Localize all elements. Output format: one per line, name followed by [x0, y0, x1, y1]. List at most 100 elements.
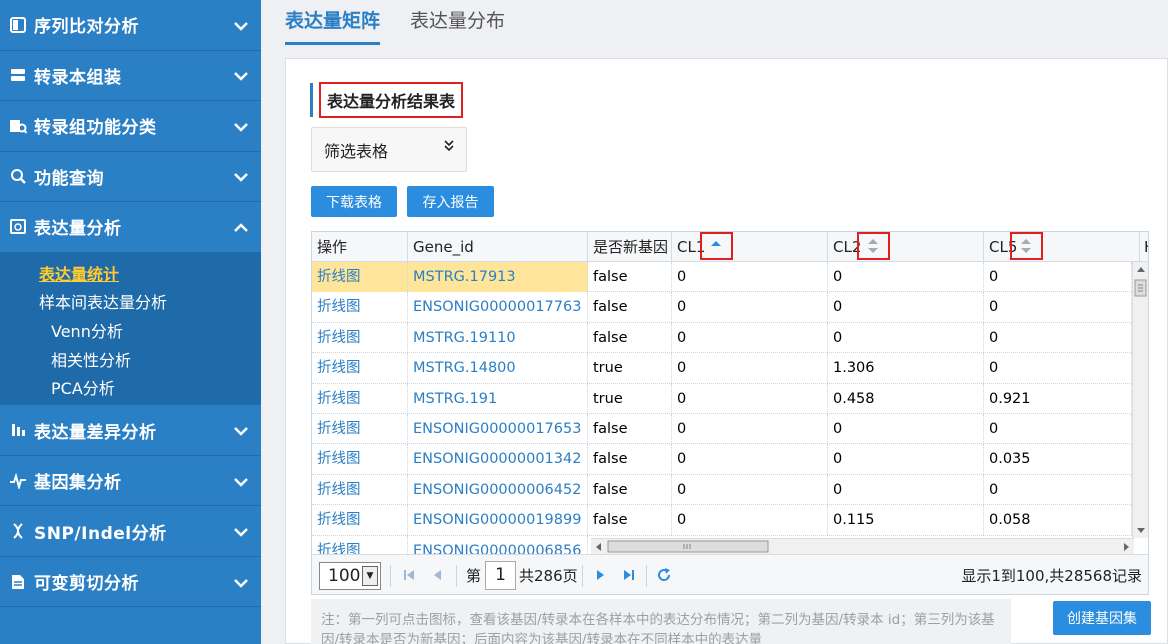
- line-chart-link[interactable]: 折线图: [312, 535, 408, 556]
- tab-expression-matrix[interactable]: 表达量矩阵: [285, 0, 381, 45]
- chevron-down-icon: [233, 477, 249, 493]
- gene-id-link[interactable]: ENSONIG00000017653: [408, 414, 588, 444]
- document-icon: [8, 15, 28, 35]
- col-header-cl1[interactable]: CL1: [672, 232, 828, 262]
- nav-label: SNP/Indel分析: [34, 523, 167, 544]
- col-header-h[interactable]: H: [1140, 232, 1148, 262]
- sub-item-correlation[interactable]: 相关性分析: [0, 344, 261, 373]
- tab-expression-distribution[interactable]: 表达量分布: [410, 0, 505, 45]
- cl1-cell: 0: [672, 322, 828, 353]
- gene-id-link[interactable]: MSTRG.17913: [408, 262, 588, 292]
- col-header-cl2[interactable]: CL2: [828, 232, 984, 262]
- gene-id-link[interactable]: MSTRG.191: [408, 383, 588, 414]
- cl1-cell: 0: [672, 505, 828, 536]
- prev-page-icon[interactable]: [430, 567, 446, 583]
- col-header-is-new[interactable]: 是否新基因: [588, 232, 672, 262]
- section-title-text: 表达量分析结果表: [319, 82, 464, 118]
- file-icon: [8, 572, 28, 592]
- cl2-cell: 0: [828, 414, 984, 444]
- cl1-cell: 0: [672, 292, 828, 323]
- gene-id-link[interactable]: MSTRG.19110: [408, 322, 588, 353]
- table-row: 折线图 ENSONIG00000019899 false 0 0.115 0.0…: [312, 505, 1132, 536]
- main-panel: 表达量分析结果表 筛选表格 下载表格 存入报告 操作 Gene_id 是否新基因…: [285, 58, 1168, 644]
- sort-toggle-icon[interactable]: [857, 232, 890, 260]
- line-chart-link[interactable]: 折线图: [312, 474, 408, 505]
- col-header-gene-id[interactable]: Gene_id: [408, 232, 588, 262]
- chevron-down-icon: [233, 21, 249, 37]
- table-row: 折线图 MSTRG.14800 true 0 1.306 0: [312, 353, 1132, 384]
- magnifier-icon: [8, 166, 28, 186]
- page-size-select[interactable]: 100 ▼: [319, 562, 381, 590]
- horizontal-scrollbar[interactable]: [591, 538, 1134, 554]
- nav-sequence-alignment[interactable]: 序列比对分析: [0, 0, 261, 51]
- gene-id-link[interactable]: MSTRG.14800: [408, 353, 588, 384]
- chevron-up-icon: [233, 222, 249, 239]
- line-chart-link[interactable]: 折线图: [312, 505, 408, 536]
- nav-function-query[interactable]: 功能查询: [0, 152, 261, 202]
- chevron-down-icon: [233, 527, 249, 543]
- sort-toggle-icon[interactable]: [1010, 232, 1043, 260]
- gene-id-link[interactable]: ENSONIG00000017763: [408, 292, 588, 323]
- sidebar: 序列比对分析 转录本组装 转录组功能分类 功能查询 表达量分析 表达量统计 样本…: [0, 0, 261, 644]
- save-to-report-button[interactable]: 存入报告: [407, 186, 494, 217]
- first-page-icon[interactable]: [402, 567, 418, 583]
- expression-submenu: 表达量统计 样本间表达量分析 Venn分析 相关性分析 PCA分析: [0, 252, 261, 406]
- filter-label: 筛选表格: [324, 141, 389, 161]
- line-chart-link[interactable]: 折线图: [312, 262, 408, 292]
- col-header-cl5[interactable]: CL5: [984, 232, 1140, 262]
- sub-item-expression-stats[interactable]: 表达量统计: [0, 259, 261, 288]
- nav-differential-expression[interactable]: 表达量差异分析: [0, 405, 261, 456]
- last-page-icon[interactable]: [620, 567, 636, 583]
- cl2-cell: 0.458: [828, 383, 984, 414]
- view-tabs: 表达量矩阵 表达量分布: [285, 0, 535, 45]
- nav-label: 转录本组装: [34, 67, 122, 88]
- nav-alternative-splicing[interactable]: 可变剪切分析: [0, 557, 261, 608]
- divider: [582, 565, 583, 587]
- is-new-cell: false: [588, 262, 672, 292]
- nav-expression-analysis[interactable]: 表达量分析: [0, 202, 261, 253]
- divider: [456, 565, 457, 587]
- line-chart-link[interactable]: 折线图: [312, 414, 408, 444]
- line-chart-link[interactable]: 折线图: [312, 322, 408, 353]
- nav-transcript-assembly[interactable]: 转录本组装: [0, 51, 261, 101]
- gene-id-link[interactable]: ENSONIG00000001342: [408, 444, 588, 475]
- nav-label: 表达量差异分析: [34, 422, 157, 443]
- nav-label: 表达量分析: [34, 219, 122, 240]
- chevron-down-icon: [233, 71, 249, 87]
- cl2-cell: 0: [828, 322, 984, 353]
- gene-id-link[interactable]: ENSONIG00000006856: [408, 535, 588, 556]
- download-table-button[interactable]: 下载表格: [311, 186, 397, 217]
- table-row: 折线图 MSTRG.19110 false 0 0 0: [312, 322, 1132, 354]
- gene-id-link[interactable]: ENSONIG00000019899: [408, 505, 588, 536]
- nav-geneset-analysis[interactable]: 基因集分析: [0, 456, 261, 507]
- create-geneset-button[interactable]: 创建基因集: [1053, 601, 1151, 635]
- filter-table-dropdown[interactable]: 筛选表格: [311, 127, 467, 172]
- sub-item-sample-expression[interactable]: 样本间表达量分析: [0, 287, 261, 316]
- total-pages: 共286页: [519, 567, 578, 585]
- current-page-input[interactable]: 1: [485, 561, 516, 590]
- cl1-cell: 0: [672, 383, 828, 414]
- section-title: 表达量分析结果表: [310, 82, 464, 118]
- cl1-cell: 0: [672, 414, 828, 444]
- sub-item-pca[interactable]: PCA分析: [0, 373, 261, 402]
- is-new-cell: true: [588, 353, 672, 384]
- vertical-scrollbar[interactable]: [1132, 262, 1148, 538]
- nav-snp-indel[interactable]: SNP/Indel分析: [0, 506, 261, 557]
- table-row: 折线图 ENSONIG00000017653 false 0 0 0: [312, 414, 1132, 445]
- pagination-bar: 100 ▼ 第 1 共286页 显示1到100,共28568记录: [312, 554, 1148, 594]
- table-row: 折线图 ENSONIG00000001342 false 0 0 0.035: [312, 444, 1132, 475]
- nav-functional-classification[interactable]: 转录组功能分类: [0, 101, 261, 152]
- refresh-icon[interactable]: [656, 567, 672, 583]
- gene-id-link[interactable]: ENSONIG00000006452: [408, 474, 588, 505]
- line-chart-link[interactable]: 折线图: [312, 444, 408, 475]
- expression-table: 操作 Gene_id 是否新基因 CL1 CL2 CL5 H 折线图 MSTRG…: [311, 231, 1149, 595]
- cl5-cell: 0.035: [984, 444, 1132, 475]
- line-chart-link[interactable]: 折线图: [312, 353, 408, 384]
- line-chart-link[interactable]: 折线图: [312, 292, 408, 323]
- double-chevron-down-icon: [444, 140, 454, 155]
- sub-item-venn[interactable]: Venn分析: [0, 316, 261, 345]
- next-page-icon[interactable]: [592, 567, 608, 583]
- image-search-icon: [8, 217, 28, 237]
- line-chart-link[interactable]: 折线图: [312, 383, 408, 414]
- sort-asc-icon[interactable]: [700, 232, 733, 260]
